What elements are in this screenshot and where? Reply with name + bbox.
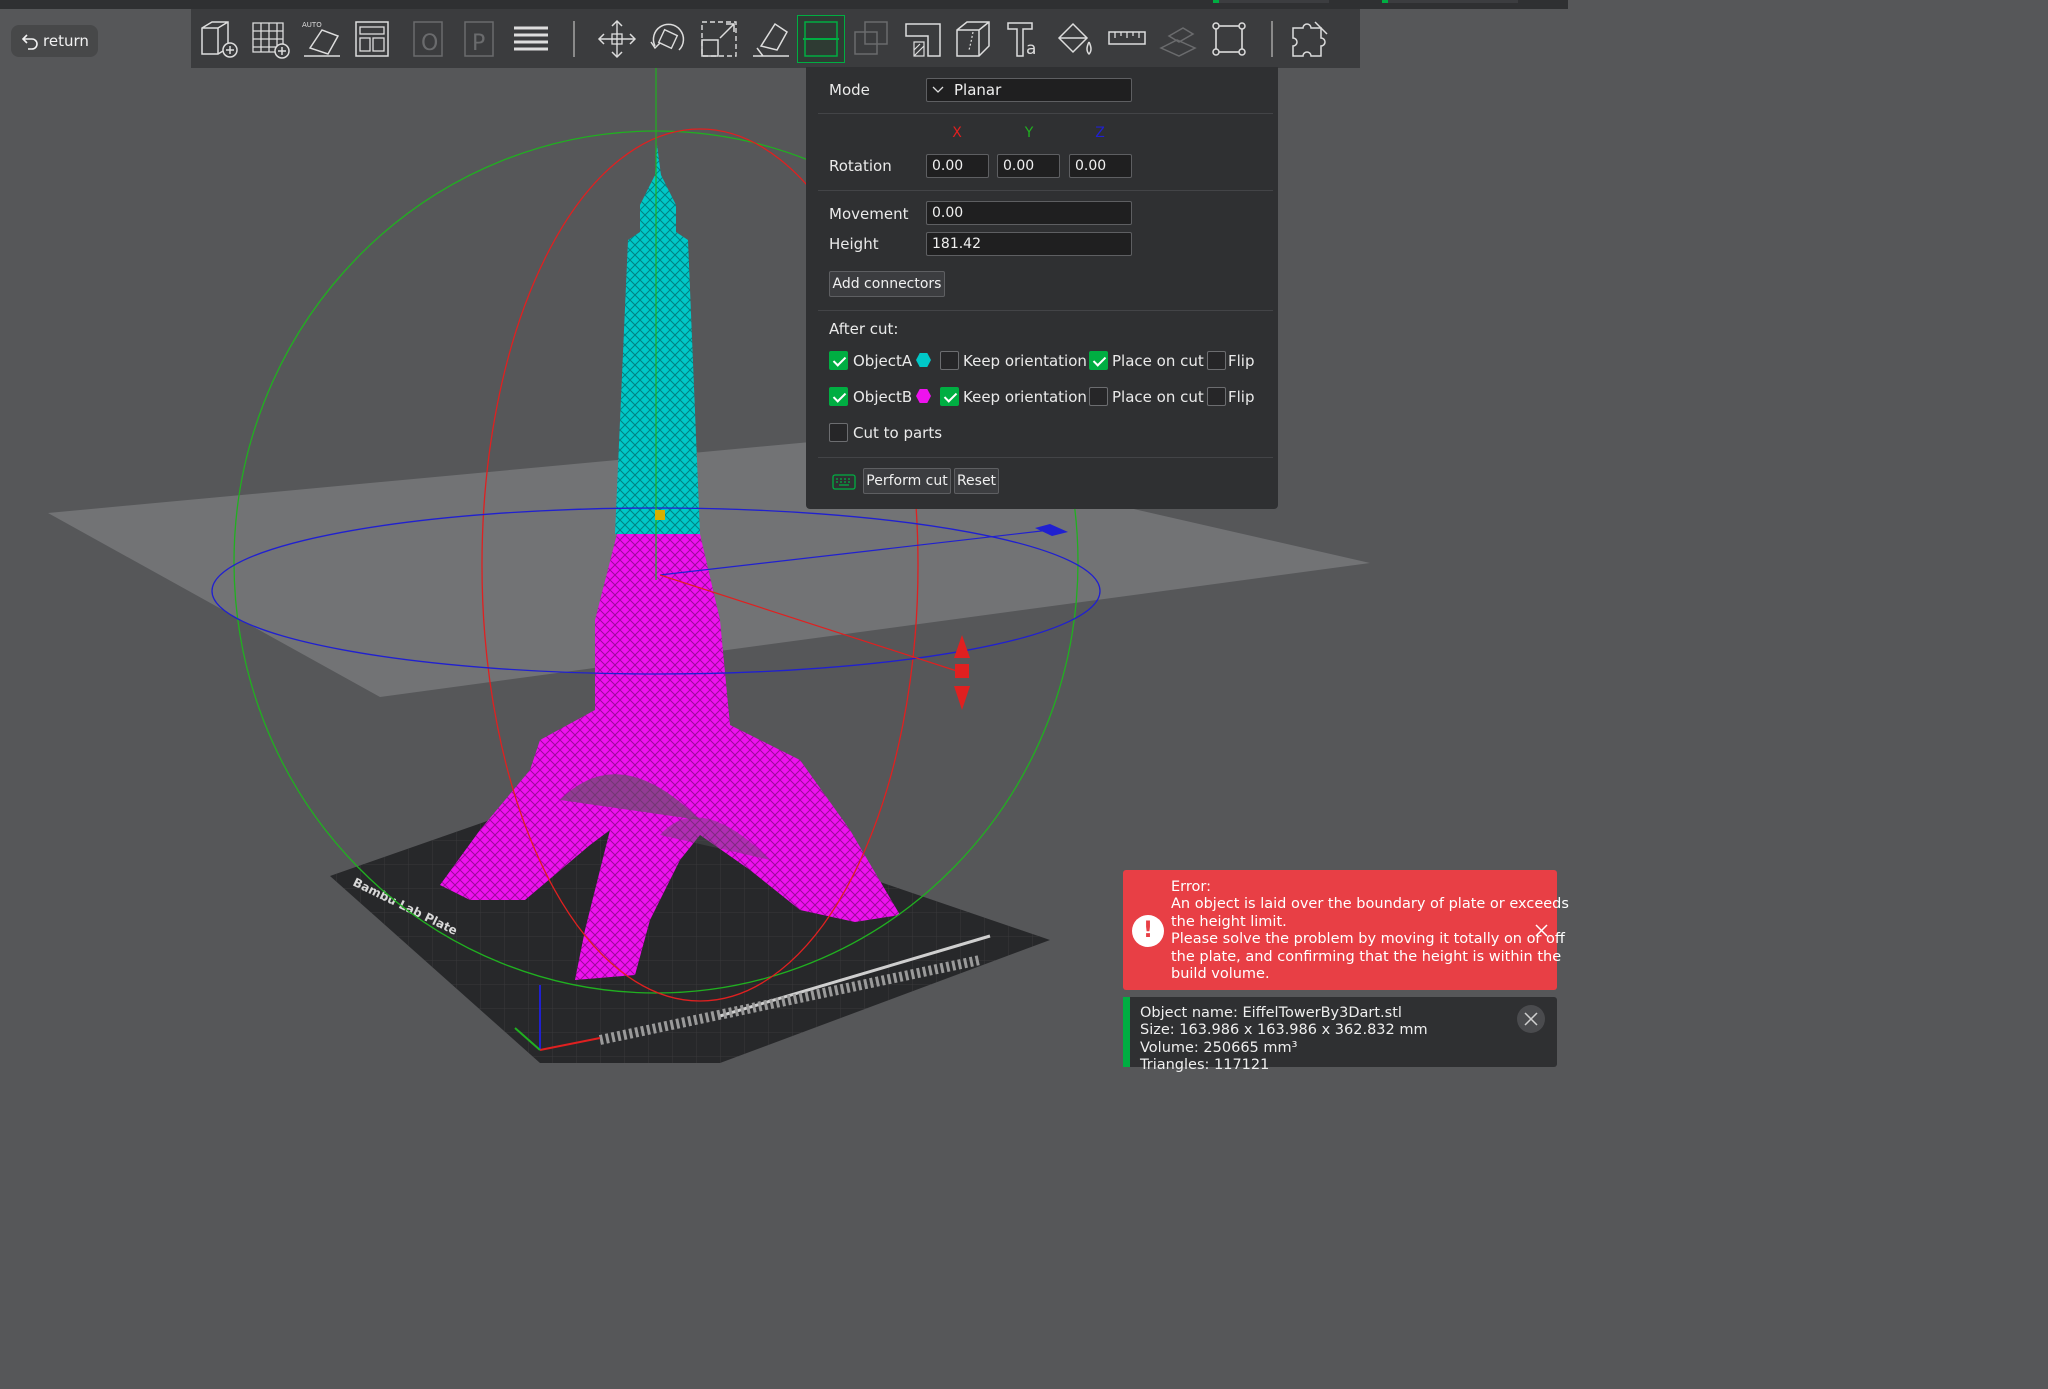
text-icon[interactable]: a <box>1002 16 1048 62</box>
seam-paint-icon[interactable] <box>951 16 997 62</box>
panel-divider <box>818 113 1273 114</box>
objectB-place-on-cut-label: Place on cut <box>1112 388 1204 406</box>
info-accent-bar <box>1123 997 1130 1067</box>
svg-text:O: O <box>421 31 438 56</box>
error-line: An object is laid over the boundary of p… <box>1171 896 1569 913</box>
scale-icon[interactable] <box>696 16 742 62</box>
reset-button[interactable]: Reset <box>954 468 999 494</box>
color-paint-icon[interactable] <box>1053 16 1099 62</box>
top-status-strip <box>0 0 1568 9</box>
svg-text:a: a <box>1026 39 1036 59</box>
rotation-y-input[interactable]: 0.00 <box>997 154 1060 178</box>
return-button[interactable]: return <box>11 25 98 57</box>
cut-to-parts-checkbox[interactable] <box>829 423 848 442</box>
objectA-flip-checkbox[interactable] <box>1207 351 1226 370</box>
bounding-box-icon[interactable] <box>1206 16 1252 62</box>
panel-divider <box>818 190 1273 191</box>
object-info-panel: Object name: EiffelTowerBy3Dart.stl Size… <box>1123 997 1557 1073</box>
auto-orient-icon[interactable]: AUTO <box>298 16 344 62</box>
objectB-color-icon <box>916 389 931 403</box>
object-name: Object name: EiffelTowerBy3Dart.stl <box>1140 1005 1402 1021</box>
object-volume: Volume: 250665 mm³ <box>1140 1039 1298 1056</box>
keyboard-icon[interactable] <box>832 474 856 490</box>
split-to-parts-icon[interactable]: P <box>457 16 503 62</box>
support-paint-icon[interactable] <box>900 16 946 62</box>
movement-label: Movement <box>829 205 909 223</box>
measure-icon[interactable] <box>1104 16 1150 62</box>
mode-select[interactable]: Planar <box>926 78 1132 102</box>
return-label: return <box>43 32 89 50</box>
undo-arrow-icon <box>21 34 38 50</box>
error-line: the height limit. <box>1171 913 1287 930</box>
error-icon: ! <box>1132 915 1164 947</box>
svg-text:AUTO: AUTO <box>302 21 322 29</box>
objectB-label: ObjectB <box>853 388 913 406</box>
objectA-color-icon <box>916 353 931 367</box>
rotation-x-input[interactable]: 0.00 <box>926 154 989 178</box>
movement-input[interactable]: 0.00 <box>926 201 1132 225</box>
height-label: Height <box>829 235 879 253</box>
perform-cut-button[interactable]: Perform cut <box>863 468 951 494</box>
add-connectors-button[interactable]: Add connectors <box>829 271 945 297</box>
objectA-keep-orientation-label: Keep orientation <box>963 352 1087 370</box>
rotate-icon[interactable] <box>645 16 691 62</box>
close-info-button[interactable] <box>1517 1005 1545 1033</box>
after-cut-label: After cut: <box>829 320 899 338</box>
objectB-checkbox[interactable] <box>829 387 848 406</box>
objectA-place-on-cut-checkbox[interactable] <box>1089 351 1108 370</box>
chevron-down-icon <box>932 86 944 93</box>
panel-divider <box>818 310 1273 311</box>
rotation-z-input[interactable]: 0.00 <box>1069 154 1132 178</box>
toolbar-separator <box>573 20 575 57</box>
error-notification: ! Error: An object is laid over the boun… <box>1123 870 1569 990</box>
lay-on-face-icon[interactable] <box>747 16 793 62</box>
objectB-place-on-cut-checkbox[interactable] <box>1089 387 1108 406</box>
add-object-icon[interactable] <box>196 16 242 62</box>
objectA-checkbox[interactable] <box>829 351 848 370</box>
error-line: build volume. <box>1171 966 1270 983</box>
cut-icon[interactable] <box>797 14 845 63</box>
cut-tool-panel: Mode Planar X Y Z Rotation 0.00 0.00 0.0… <box>806 67 1278 509</box>
panel-divider <box>818 457 1273 458</box>
object-size: Size: 163.986 x 163.986 x 362.832 mm <box>1140 1022 1428 1039</box>
mode-label: Mode <box>829 81 870 99</box>
axis-y-label: Y <box>1024 125 1034 141</box>
cut-to-parts-label: Cut to parts <box>853 424 943 442</box>
object-a-part <box>615 145 700 534</box>
objectA-keep-orientation-checkbox[interactable] <box>940 351 959 370</box>
split-to-objects-icon[interactable]: O <box>406 16 452 62</box>
objectB-flip-checkbox[interactable] <box>1207 387 1226 406</box>
objectB-keep-orientation-checkbox[interactable] <box>940 387 959 406</box>
assembly-icon[interactable] <box>1155 16 1201 62</box>
height-input[interactable]: 181.42 <box>926 232 1132 256</box>
svg-text:P: P <box>472 31 485 56</box>
error-title: Error: <box>1171 879 1211 895</box>
toolbar-separator <box>1271 20 1273 57</box>
objectA-flip-label: Flip <box>1228 352 1255 370</box>
mode-value: Planar <box>954 81 1002 99</box>
objectB-flip-label: Flip <box>1228 388 1255 406</box>
add-plate-icon[interactable] <box>247 16 293 62</box>
axis-z-label: Z <box>1095 125 1105 141</box>
close-icon <box>1524 1012 1538 1026</box>
axis-x-label: X <box>952 125 962 141</box>
objectB-keep-orientation-label: Keep orientation <box>963 388 1087 406</box>
main-toolbar: AUTO O P a <box>191 9 1360 68</box>
arrange-icon[interactable] <box>349 16 395 62</box>
objectA-place-on-cut-label: Place on cut <box>1112 352 1204 370</box>
error-line: the plate, and confirming that the heigh… <box>1171 948 1562 965</box>
plugin-icon[interactable] <box>1287 16 1333 62</box>
objectA-label: ObjectA <box>853 352 913 370</box>
error-line: Please solve the problem by moving it to… <box>1171 931 1565 948</box>
rotation-label: Rotation <box>829 157 892 175</box>
close-icon[interactable] <box>1535 924 1548 937</box>
object-triangles: Triangles: 117121 <box>1140 1057 1270 1074</box>
move-icon[interactable] <box>594 16 640 62</box>
layers-icon[interactable] <box>508 16 554 62</box>
boolean-icon[interactable] <box>849 16 895 62</box>
